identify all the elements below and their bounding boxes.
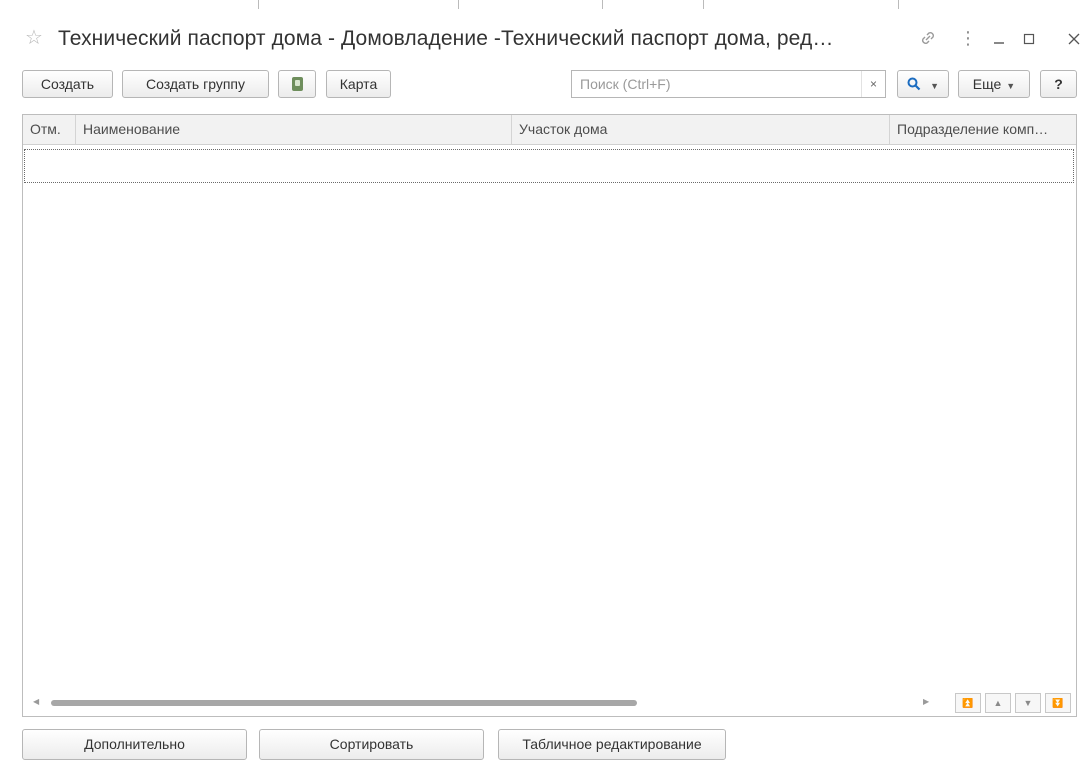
clear-search-button[interactable]: ×: [861, 71, 885, 97]
more-button[interactable]: Еще ▼: [958, 70, 1030, 98]
scroll-left-icon[interactable]: ◀: [33, 697, 39, 706]
maximize-icon[interactable]: [1016, 25, 1042, 51]
map-button[interactable]: Карта: [326, 70, 391, 98]
up-icon[interactable]: ▲: [985, 693, 1011, 713]
background-toolbar-strip: [0, 0, 1088, 9]
create-group-button[interactable]: Создать группу: [122, 70, 269, 98]
down-icon[interactable]: ▼: [1015, 693, 1041, 713]
additional-button[interactable]: Дополнительно: [22, 729, 247, 760]
search-icon: [907, 76, 925, 93]
minimize-icon[interactable]: [986, 25, 1012, 51]
table-row[interactable]: [24, 149, 1074, 183]
table-header: Отм. Наименование Участок дома Подраздел…: [23, 115, 1076, 145]
table-edit-button[interactable]: Табличное редактирование: [498, 729, 726, 760]
toolbar-separator: [602, 0, 603, 9]
window-title-bar: ☆ Технический паспорт дома - Домовладени…: [0, 22, 1088, 62]
column-header-department[interactable]: Подразделение комп…: [890, 115, 1076, 144]
print-button[interactable]: [278, 70, 316, 98]
table-navigation: ⏫ ▲ ▼ ⏬: [955, 693, 1072, 713]
scrollbar-thumb[interactable]: [51, 700, 637, 706]
create-button[interactable]: Создать: [22, 70, 113, 98]
search-input[interactable]: [572, 71, 857, 97]
data-table[interactable]: Отм. Наименование Участок дома Подраздел…: [22, 114, 1077, 717]
last-page-icon[interactable]: ⏬: [1045, 693, 1071, 713]
column-header-house-section[interactable]: Участок дома: [512, 115, 890, 144]
more-vertical-icon[interactable]: ⋮: [955, 25, 981, 51]
horizontal-scrollbar[interactable]: ◀ ▶: [23, 695, 938, 711]
chevron-down-icon: ▼: [930, 81, 940, 91]
column-header-mark[interactable]: Отм.: [23, 115, 76, 144]
chevron-down-icon: ▼: [1006, 81, 1016, 91]
toolbar-separator: [458, 0, 459, 9]
search-button[interactable]: ▼: [897, 70, 949, 98]
search-field[interactable]: ×: [571, 70, 886, 98]
star-icon[interactable]: ☆: [25, 28, 43, 48]
close-icon[interactable]: [1061, 25, 1087, 51]
sort-button[interactable]: Сортировать: [259, 729, 484, 760]
help-button[interactable]: ?: [1040, 70, 1077, 98]
link-icon[interactable]: [915, 25, 941, 51]
first-page-icon[interactable]: ⏫: [955, 693, 981, 713]
toolbar-separator: [898, 0, 899, 9]
scroll-right-icon[interactable]: ▶: [923, 697, 929, 706]
more-button-label: Еще: [972, 76, 1002, 92]
document-icon: [291, 77, 303, 91]
window-title: Технический паспорт дома - Домовладение …: [58, 27, 834, 50]
toolbar-separator: [258, 0, 259, 9]
toolbar-separator: [703, 0, 704, 9]
column-header-name[interactable]: Наименование: [76, 115, 512, 144]
